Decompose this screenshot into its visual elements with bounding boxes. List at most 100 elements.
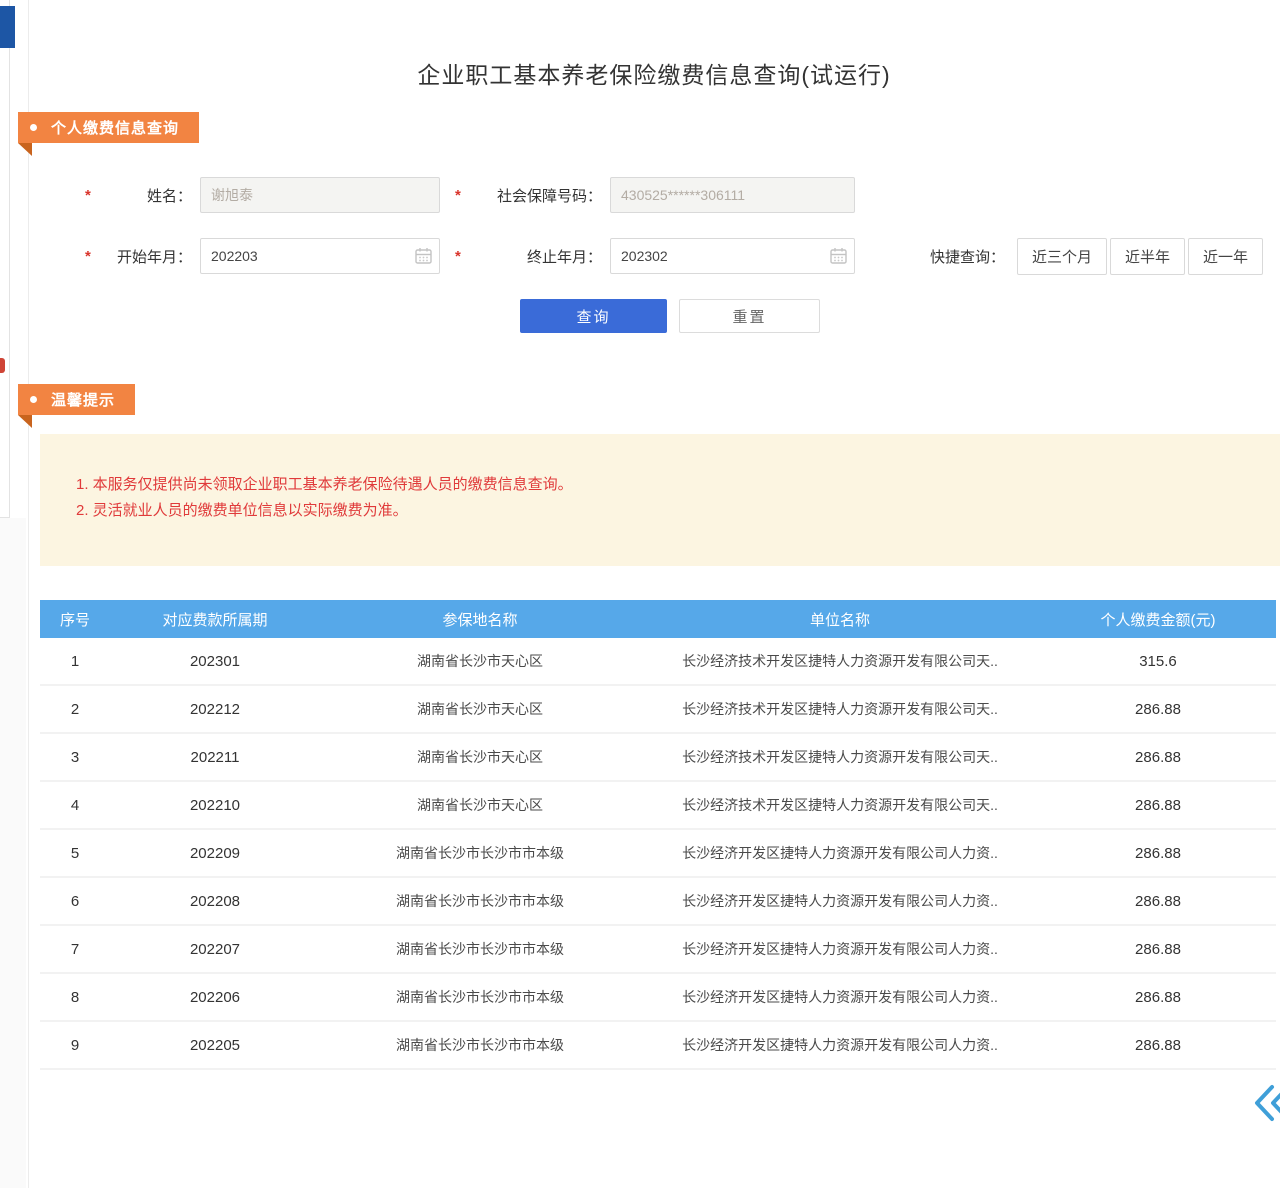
table-cell: 湖南省长沙市天心区 bbox=[320, 685, 640, 733]
bullet-icon bbox=[30, 124, 37, 131]
badge-fold bbox=[18, 415, 32, 428]
table-cell: 4 bbox=[40, 781, 110, 829]
table-cell: 长沙经济技术开发区捷特人力资源开发有限公司天.. bbox=[640, 733, 1040, 781]
table-cell: 202301 bbox=[110, 638, 320, 685]
section-badge-label: 温馨提示 bbox=[51, 389, 115, 410]
sidebar-collapsed-tab[interactable] bbox=[0, 6, 15, 48]
collapse-panel-icon[interactable] bbox=[1248, 1080, 1280, 1126]
quick-range-group-wrap: 快捷查询： 近三个月近半年近一年 bbox=[930, 238, 1266, 274]
section-badge-personal-query: 个人缴费信息查询 bbox=[18, 112, 199, 143]
table-header-cell: 序号 bbox=[40, 600, 110, 638]
table-row: 8202206湖南省长沙市长沙市市本级长沙经济开发区捷特人力资源开发有限公司人力… bbox=[40, 973, 1276, 1021]
table-row: 7202207湖南省长沙市长沙市市本级长沙经济开发区捷特人力资源开发有限公司人力… bbox=[40, 925, 1276, 973]
table-row: 6202208湖南省长沙市长沙市市本级长沙经济开发区捷特人力资源开发有限公司人力… bbox=[40, 877, 1276, 925]
table-cell: 湖南省长沙市天心区 bbox=[320, 781, 640, 829]
required-asterisk: * bbox=[455, 248, 467, 265]
quick-range-button[interactable]: 近三个月 bbox=[1017, 238, 1107, 275]
table-cell: 8 bbox=[40, 973, 110, 1021]
tips-line: 1. 本服务仅提供尚未领取企业职工基本养老保险待遇人员的缴费信息查询。 bbox=[76, 472, 1260, 498]
table-cell: 5 bbox=[40, 829, 110, 877]
payment-table: 序号对应费款所属期参保地名称单位名称个人缴费金额(元) 1202301湖南省长沙… bbox=[40, 600, 1276, 1070]
table-cell: 315.6 bbox=[1040, 638, 1276, 685]
ssn-field-group: * 社会保障号码： bbox=[455, 177, 855, 213]
table-cell: 长沙经济技术开发区捷特人力资源开发有限公司天.. bbox=[640, 781, 1040, 829]
table-cell: 湖南省长沙市天心区 bbox=[320, 638, 640, 685]
table-cell: 202205 bbox=[110, 1021, 320, 1069]
table-header-cell: 单位名称 bbox=[640, 600, 1040, 638]
table-cell: 3 bbox=[40, 733, 110, 781]
table-cell: 湖南省长沙市长沙市市本级 bbox=[320, 877, 640, 925]
table-cell: 湖南省长沙市长沙市市本级 bbox=[320, 973, 640, 1021]
query-button[interactable]: 查询 bbox=[520, 299, 667, 333]
required-asterisk: * bbox=[455, 187, 467, 204]
quick-range-group: 近三个月近半年近一年 bbox=[1017, 238, 1266, 275]
table-cell: 长沙经济技术开发区捷特人力资源开发有限公司天.. bbox=[640, 685, 1040, 733]
table-row: 1202301湖南省长沙市天心区长沙经济技术开发区捷特人力资源开发有限公司天..… bbox=[40, 638, 1276, 685]
quick-range-label: 快捷查询： bbox=[930, 246, 1005, 267]
table-cell: 长沙经济技术开发区捷特人力资源开发有限公司天.. bbox=[640, 638, 1040, 685]
page-title: 企业职工基本养老保险缴费信息查询(试运行) bbox=[28, 56, 1280, 90]
quick-range-button[interactable]: 近一年 bbox=[1188, 238, 1263, 275]
required-asterisk: * bbox=[85, 187, 97, 204]
table-row: 9202205湖南省长沙市长沙市市本级长沙经济开发区捷特人力资源开发有限公司人力… bbox=[40, 1021, 1276, 1069]
tips-line: 2. 灵活就业人员的缴费单位信息以实际缴费为准。 bbox=[76, 498, 1260, 524]
table-row: 2202212湖南省长沙市天心区长沙经济技术开发区捷特人力资源开发有限公司天..… bbox=[40, 685, 1276, 733]
start-month-input[interactable] bbox=[200, 238, 440, 274]
end-month-input[interactable] bbox=[610, 238, 855, 274]
table-cell: 286.88 bbox=[1040, 877, 1276, 925]
table-cell: 长沙经济开发区捷特人力资源开发有限公司人力资.. bbox=[640, 829, 1040, 877]
ssn-label: 社会保障号码： bbox=[467, 185, 610, 206]
end-month-label: 终止年月： bbox=[467, 246, 610, 267]
table-cell: 湖南省长沙市长沙市市本级 bbox=[320, 925, 640, 973]
page: 企业职工基本养老保险缴费信息查询(试运行) 个人缴费信息查询 * 姓名： * 社… bbox=[0, 0, 1280, 1188]
table-cell: 286.88 bbox=[1040, 973, 1276, 1021]
table-cell: 202212 bbox=[110, 685, 320, 733]
table-cell: 286.88 bbox=[1040, 781, 1276, 829]
tips-notice: 1. 本服务仅提供尚未领取企业职工基本养老保险待遇人员的缴费信息查询。 2. 灵… bbox=[40, 434, 1280, 566]
ssn-input[interactable] bbox=[610, 177, 855, 213]
table-cell: 9 bbox=[40, 1021, 110, 1069]
table-cell: 286.88 bbox=[1040, 685, 1276, 733]
table-header-row: 序号对应费款所属期参保地名称单位名称个人缴费金额(元) bbox=[40, 600, 1276, 638]
table-cell: 湖南省长沙市长沙市市本级 bbox=[320, 829, 640, 877]
table-cell: 7 bbox=[40, 925, 110, 973]
table-row: 3202211湖南省长沙市天心区长沙经济技术开发区捷特人力资源开发有限公司天..… bbox=[40, 733, 1276, 781]
table-cell: 286.88 bbox=[1040, 925, 1276, 973]
table-cell: 长沙经济开发区捷特人力资源开发有限公司人力资.. bbox=[640, 925, 1040, 973]
start-field-group: * 开始年月： bbox=[85, 238, 440, 274]
table-cell: 长沙经济开发区捷特人力资源开发有限公司人力资.. bbox=[640, 973, 1040, 1021]
table-cell: 长沙经济开发区捷特人力资源开发有限公司人力资.. bbox=[640, 877, 1040, 925]
table-header-cell: 参保地名称 bbox=[320, 600, 640, 638]
section-badge-label: 个人缴费信息查询 bbox=[51, 117, 179, 138]
name-input[interactable] bbox=[200, 177, 440, 213]
table-cell: 202209 bbox=[110, 829, 320, 877]
table-cell: 2 bbox=[40, 685, 110, 733]
calendar-icon[interactable] bbox=[415, 247, 432, 264]
name-label: 姓名： bbox=[97, 185, 200, 206]
end-field-group: * 终止年月： bbox=[455, 238, 855, 274]
required-asterisk: * bbox=[85, 248, 97, 265]
table-cell: 6 bbox=[40, 877, 110, 925]
sidebar-rail bbox=[0, 518, 26, 1188]
table-cell: 湖南省长沙市长沙市市本级 bbox=[320, 1021, 640, 1069]
reset-button[interactable]: 重置 bbox=[679, 299, 820, 333]
table-row: 4202210湖南省长沙市天心区长沙经济技术开发区捷特人力资源开发有限公司天..… bbox=[40, 781, 1276, 829]
table-cell: 1 bbox=[40, 638, 110, 685]
table-cell: 286.88 bbox=[1040, 733, 1276, 781]
table-cell: 202211 bbox=[110, 733, 320, 781]
table-cell: 202208 bbox=[110, 877, 320, 925]
table-header-cell: 对应费款所属期 bbox=[110, 600, 320, 638]
table-cell: 长沙经济开发区捷特人力资源开发有限公司人力资.. bbox=[640, 1021, 1040, 1069]
bullet-icon bbox=[30, 396, 37, 403]
table-header-cell: 个人缴费金额(元) bbox=[1040, 600, 1276, 638]
sidebar-divider bbox=[9, 0, 10, 517]
calendar-icon[interactable] bbox=[830, 247, 847, 264]
table-cell: 湖南省长沙市天心区 bbox=[320, 733, 640, 781]
panel-left-border bbox=[28, 0, 29, 1188]
badge-fold bbox=[18, 143, 32, 156]
table-cell: 286.88 bbox=[1040, 829, 1276, 877]
table-cell: 286.88 bbox=[1040, 1021, 1276, 1069]
table-cell: 202210 bbox=[110, 781, 320, 829]
quick-range-button[interactable]: 近半年 bbox=[1110, 238, 1185, 275]
table-cell: 202206 bbox=[110, 973, 320, 1021]
